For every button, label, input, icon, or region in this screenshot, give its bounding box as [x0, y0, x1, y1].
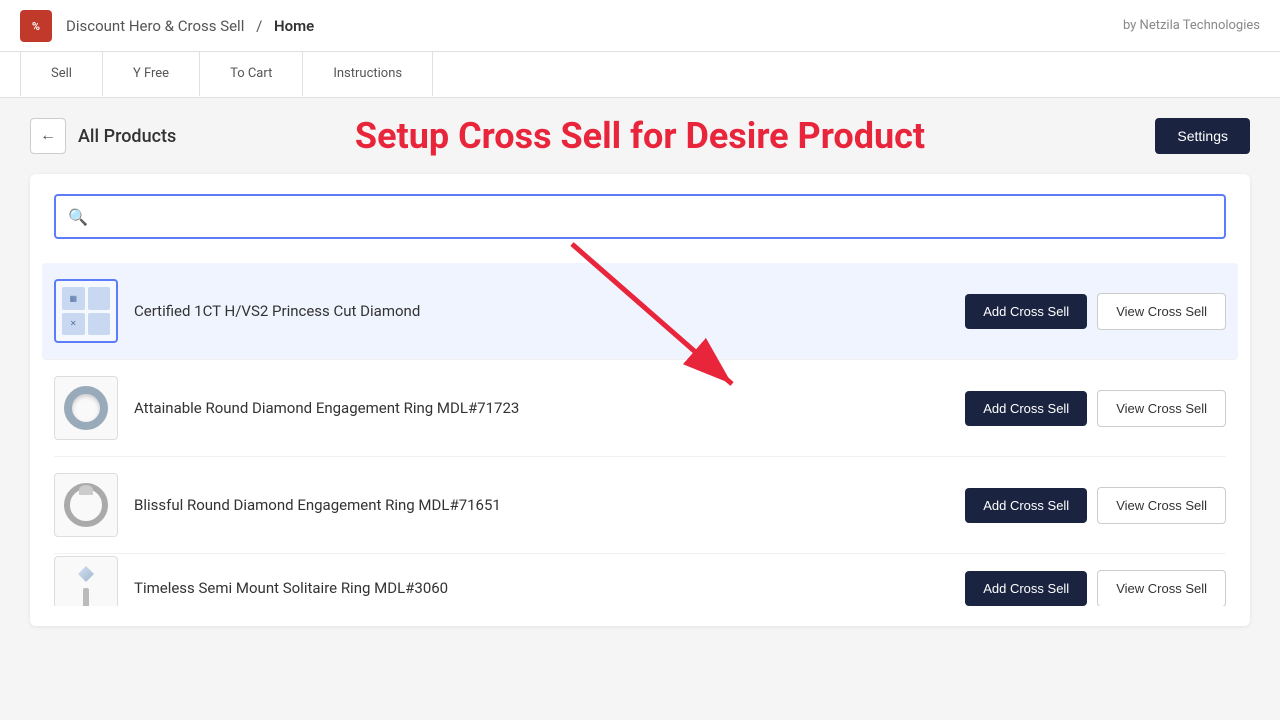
- add-cross-sell-button-2[interactable]: Add Cross Sell: [965, 488, 1087, 523]
- tab-yfree[interactable]: Y Free: [103, 52, 200, 97]
- header-left: % Discount Hero & Cross Sell / Home: [20, 10, 318, 42]
- product-thumbnail: ▦ ✕: [54, 279, 118, 343]
- product-name: Certified 1CT H/VS2 Princess Cut Diamond: [134, 302, 949, 320]
- add-cross-sell-button-1[interactable]: Add Cross Sell: [965, 391, 1087, 426]
- nav-tabs: Sell Y Free To Cart Instructions: [0, 52, 1280, 98]
- add-cross-sell-button-0[interactable]: Add Cross Sell: [965, 294, 1087, 329]
- view-cross-sell-button-2[interactable]: View Cross Sell: [1097, 487, 1226, 524]
- product-thumbnail: [54, 376, 118, 440]
- page-header: ← All Products Setup Cross Sell for Desi…: [30, 118, 1250, 154]
- brand-label: by Netzila Technologies: [1123, 18, 1260, 33]
- app-header: % Discount Hero & Cross Sell / Home by N…: [0, 0, 1280, 52]
- product-name: Blissful Round Diamond Engagement Ring M…: [134, 496, 949, 514]
- cert-icon-4: [88, 313, 111, 336]
- product-list-card: 🔍 ▦ ✕ Certified 1CT H/VS2 Princess Cut D…: [30, 174, 1250, 626]
- product-actions: Add Cross Sell View Cross Sell: [965, 390, 1226, 427]
- breadcrumb-separator: /: [256, 17, 262, 35]
- product-thumbnail: [54, 556, 118, 606]
- app-title: Discount Hero & Cross Sell / Home: [62, 17, 318, 35]
- tab-sell[interactable]: Sell: [20, 52, 103, 97]
- tab-tocart[interactable]: To Cart: [200, 52, 303, 97]
- tab-instructions[interactable]: Instructions: [303, 52, 433, 97]
- product-row: ▦ ✕ Certified 1CT H/VS2 Princess Cut Dia…: [42, 263, 1238, 360]
- product-thumbnail: [54, 473, 118, 537]
- app-logo: %: [20, 10, 52, 42]
- main-content: ← All Products Setup Cross Sell for Desi…: [0, 98, 1280, 646]
- svg-text:%: %: [32, 20, 40, 33]
- product-actions: Add Cross Sell View Cross Sell: [965, 487, 1226, 524]
- product-row-partial: Timeless Semi Mount Solitaire Ring MDL#3…: [54, 554, 1226, 606]
- product-row: Attainable Round Diamond Engagement Ring…: [54, 360, 1226, 457]
- app-name: Discount Hero & Cross Sell: [66, 17, 244, 35]
- search-container: 🔍: [54, 194, 1226, 239]
- add-cross-sell-button-3[interactable]: Add Cross Sell: [965, 571, 1087, 606]
- product-name: Timeless Semi Mount Solitaire Ring MDL#3…: [134, 579, 949, 597]
- cert-icon-1: ▦: [62, 287, 85, 310]
- product-actions: Add Cross Sell View Cross Sell: [965, 570, 1226, 607]
- back-button[interactable]: ←: [30, 118, 66, 154]
- promo-title: Setup Cross Sell for Desire Product: [355, 115, 925, 157]
- view-cross-sell-button-3[interactable]: View Cross Sell: [1097, 570, 1226, 607]
- home-link[interactable]: Home: [274, 17, 314, 35]
- cert-icon-2: [88, 287, 111, 310]
- product-row: Blissful Round Diamond Engagement Ring M…: [54, 457, 1226, 554]
- ring2-thumb-icon: [64, 483, 108, 527]
- view-cross-sell-button-0[interactable]: View Cross Sell: [1097, 293, 1226, 330]
- solitaire-thumb-icon: [64, 566, 108, 606]
- page-title: All Products: [78, 126, 176, 147]
- ring-thumb-icon: [64, 386, 108, 430]
- cert-icon-3: ✕: [62, 313, 85, 336]
- search-icon: 🔍: [68, 207, 88, 226]
- product-name: Attainable Round Diamond Engagement Ring…: [134, 399, 949, 417]
- search-input[interactable]: [54, 194, 1226, 239]
- view-cross-sell-button-1[interactable]: View Cross Sell: [1097, 390, 1226, 427]
- product-actions: Add Cross Sell View Cross Sell: [965, 293, 1226, 330]
- settings-button[interactable]: Settings: [1155, 118, 1250, 154]
